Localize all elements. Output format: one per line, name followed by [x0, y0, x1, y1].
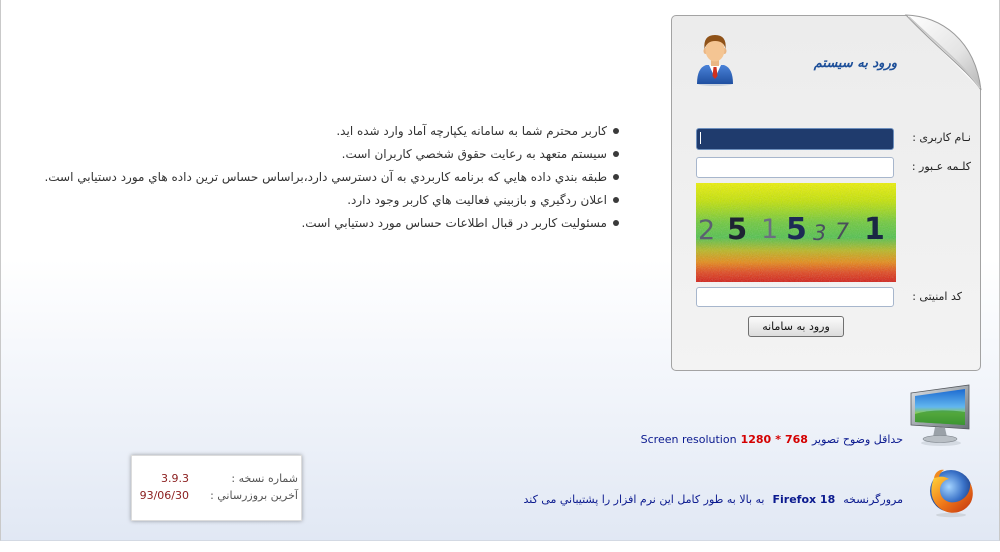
text-caret — [700, 132, 701, 144]
captcha-digit: 1 — [864, 212, 885, 247]
captcha-digit: 3 — [813, 221, 827, 245]
resolution-text: حداقل وضوح تصوير — [811, 433, 903, 446]
resolution-height: 768 — [784, 433, 808, 446]
last-update-label: آخرين بروزرساني : — [210, 489, 298, 502]
info-item: اعلان ردگيري و بازبيني فعاليت هاي کاربر … — [41, 191, 623, 209]
resolution-requirement: Screen resolution 1280 * 768 حداقل وضوح … — [561, 433, 903, 449]
login-button[interactable]: ورود به سامانه — [748, 316, 844, 337]
version-number-row: شماره نسخه : 3.9.3 — [132, 470, 298, 487]
last-update-value: 93/06/30 — [139, 489, 189, 502]
version-number-value: 3.9.3 — [161, 472, 189, 485]
info-list: کاربر محترم شما به سامانه يکپارچه آماد و… — [41, 122, 623, 237]
captcha-input[interactable] — [696, 287, 894, 307]
info-item-text: طبقه بندي داده هايي که برنامه کاربردي به… — [44, 170, 607, 184]
info-item: سيستم متعهد به رعايت حقوق شخصي کاربران ا… — [41, 145, 623, 163]
info-item: طبقه بندي داده هايي که برنامه کاربردي به… — [41, 168, 623, 186]
login-title: ورود به سيستم — [813, 56, 897, 71]
browser-prefix: مرورگرنسخه — [843, 493, 903, 506]
resolution-label-en: Screen resolution — [640, 433, 737, 446]
captcha-digit: 5 — [786, 212, 807, 247]
password-input[interactable] — [696, 157, 894, 178]
info-item-text: اعلان ردگيري و بازبيني فعاليت هاي کاربر … — [347, 193, 607, 207]
captcha-digit: 2 — [698, 215, 716, 246]
info-item-text: کاربر محترم شما به سامانه يکپارچه آماد و… — [336, 124, 607, 138]
username-label: نـام کاربری : — [912, 131, 971, 144]
info-item-text: مسئوليت کاربر در قبال اطلاعات حساس مورد … — [301, 216, 607, 230]
firefox-icon — [930, 469, 973, 518]
last-update-row: آخرين بروزرساني : 93/06/30 — [132, 487, 298, 504]
resolution-width: 1280 — [740, 433, 772, 446]
captcha-image: 2 5 1 5 3 7 1 — [696, 183, 896, 282]
captcha-digit: 5 — [727, 212, 748, 246]
browser-name: Firefox 18 — [772, 493, 836, 506]
resolution-separator: * — [775, 433, 781, 446]
version-box: شماره نسخه : 3.9.3 آخرين بروزرساني : 93/… — [131, 455, 302, 521]
page: ورود به سيستم نـام کاربری : کلـمه عـبور … — [0, 0, 1000, 541]
info-item: کاربر محترم شما به سامانه يکپارچه آماد و… — [41, 122, 623, 140]
info-item-text: سيستم متعهد به رعايت حقوق شخصي کاربران ا… — [341, 147, 607, 161]
info-item: مسئوليت کاربر در قبال اطلاعات حساس مورد … — [41, 214, 623, 232]
captcha-digit: 1 — [761, 214, 779, 245]
browser-suffix: به بالا به طور کامل اين نرم افزار را پشت… — [523, 493, 765, 506]
password-label: کلـمه عـبور : — [911, 160, 971, 173]
username-input[interactable] — [696, 128, 894, 150]
version-number-label: شماره نسخه : — [231, 472, 298, 485]
captcha-digit: 7 — [835, 220, 849, 245]
page-curl — [899, 8, 985, 94]
monitor-icon — [910, 384, 970, 446]
browser-requirement: به بالا به طور کامل اين نرم افزار را پشت… — [401, 493, 903, 509]
user-avatar-icon — [697, 35, 733, 86]
